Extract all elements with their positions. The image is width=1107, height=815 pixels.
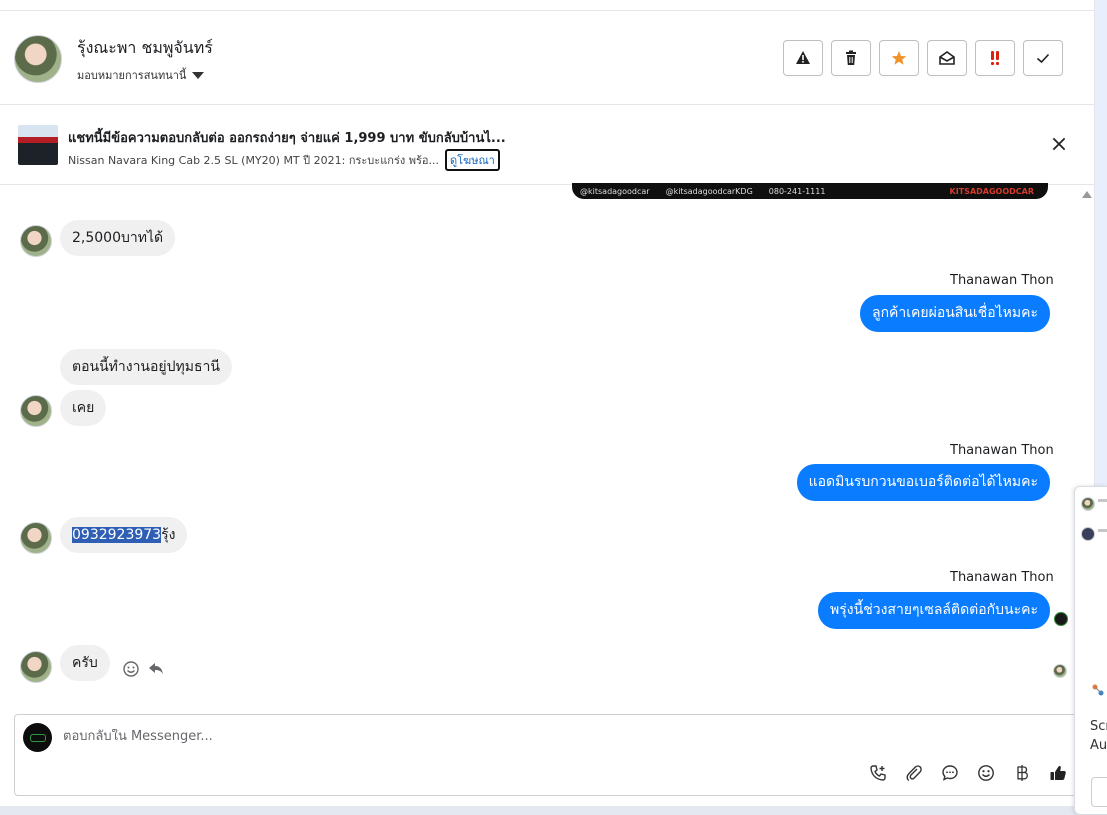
star-button[interactable] xyxy=(879,40,919,76)
attach-button[interactable] xyxy=(905,764,923,782)
incoming-message[interactable]: 0932923973รุ้ง xyxy=(60,517,188,553)
page-avatar xyxy=(23,723,52,752)
assign-conversation-dropdown[interactable]: มอบหมายการสนทนานี้ xyxy=(77,66,205,84)
delete-button[interactable] xyxy=(831,40,871,76)
paperclip-icon xyxy=(906,765,922,781)
emoji-icon xyxy=(978,765,994,781)
reply-icon[interactable] xyxy=(147,659,165,677)
message-text: รุ้ง xyxy=(161,527,176,543)
outgoing-message[interactable]: พรุ่งนี้ช่วงสายๆเซลล์ติดต่อกับนะคะ xyxy=(818,592,1050,629)
selected-phone-number[interactable]: 0932923973 xyxy=(72,527,162,543)
view-ad-link[interactable]: ดูโฆษณา xyxy=(444,149,500,171)
incoming-message[interactable]: ครับ xyxy=(60,645,110,681)
banner-brand: KITSADAGOODCAR xyxy=(949,186,1034,196)
ad-subtitle-row: Nissan Navara King Cab 2.5 SL (MY20) MT … xyxy=(68,149,500,171)
assign-label: มอบหมายการสนทนานี้ xyxy=(77,69,187,82)
like-button[interactable] xyxy=(1049,764,1067,782)
react-emoji-icon[interactable] xyxy=(122,660,140,678)
conversation-panel: รุ้งณะพา ชมพูจันทร์ มอบหมายการสนทนานี้ แ… xyxy=(0,0,1095,815)
outgoing-message[interactable]: แอดมินรบกวนขอเบอร์ติดต่อได้ไหมคะ xyxy=(796,464,1050,501)
sender-name: Thanawan Thon xyxy=(950,443,1054,458)
side-preview-widget[interactable]: Scr Au xyxy=(1074,486,1107,815)
app-logo-icon xyxy=(1092,684,1104,696)
sender-name: Thanawan Thon xyxy=(950,273,1054,288)
double-exclamation-icon xyxy=(990,51,1000,66)
contact-message-avatar[interactable] xyxy=(20,651,52,683)
payment-button[interactable] xyxy=(1013,764,1031,782)
seen-indicator-avatar xyxy=(1054,612,1068,626)
baht-icon xyxy=(1017,765,1028,781)
priority-button[interactable] xyxy=(975,40,1015,76)
chevron-down-icon xyxy=(192,71,205,79)
envelope-open-icon xyxy=(939,51,955,65)
side-widget-button[interactable] xyxy=(1091,777,1107,807)
close-icon[interactable] xyxy=(1050,135,1068,153)
contact-message-avatar[interactable] xyxy=(20,395,52,427)
preview-line xyxy=(1098,499,1107,502)
banner-phone: 080-241-1111 xyxy=(768,186,826,196)
seen-indicator-avatar xyxy=(1053,664,1067,678)
preview-avatar xyxy=(1081,497,1095,511)
scroll-up-arrow[interactable] xyxy=(1082,191,1092,198)
emoji-button[interactable] xyxy=(977,764,995,782)
reply-input[interactable] xyxy=(63,729,763,744)
header-actions xyxy=(783,40,1063,76)
trash-icon xyxy=(846,50,856,65)
phone-plus-icon xyxy=(870,765,886,781)
thumbs-up-icon xyxy=(1050,766,1066,780)
report-button[interactable] xyxy=(783,40,823,76)
contact-name[interactable]: รุ้งณะพา ชมพูจันทร์ xyxy=(77,36,213,61)
ad-title: แชทนี้มีข้อความตอบกลับต่อ ออกรถง่ายๆ จ่า… xyxy=(68,131,506,146)
contact-message-avatar[interactable] xyxy=(20,225,52,257)
image-message-strip[interactable]: @kitsadagoodcar @kitsadagoodcarKDG 080-2… xyxy=(572,183,1048,199)
composer-tools xyxy=(869,764,1067,782)
side-widget-text: Au xyxy=(1090,738,1107,753)
mark-unread-button[interactable] xyxy=(927,40,967,76)
banner-handle-facebook: @kitsadagoodcarKDG xyxy=(665,186,753,196)
call-button[interactable] xyxy=(869,764,887,782)
outgoing-message[interactable]: ลูกค้าเคยผ่อนสินเชื่อไหมคะ xyxy=(859,295,1050,332)
message-composer xyxy=(14,714,1078,796)
warning-icon xyxy=(796,51,810,64)
contact-avatar[interactable] xyxy=(14,35,62,83)
ad-subtitle: Nissan Navara King Cab 2.5 SL (MY20) MT … xyxy=(68,154,439,167)
banner-handle-line: @kitsadagoodcar xyxy=(580,186,650,196)
message-list[interactable]: @kitsadagoodcar @kitsadagoodcarKDG 080-2… xyxy=(0,183,1092,714)
check-icon xyxy=(1036,53,1050,64)
incoming-message[interactable]: ตอนนี้ทำงานอยู่ปทุมธานี xyxy=(60,349,232,385)
side-widget-text: Scr xyxy=(1090,719,1107,734)
sender-name: Thanawan Thon xyxy=(950,570,1054,585)
ad-context-bar: แชทนี้มีข้อความตอบกลับต่อ ออกรถง่ายๆ จ่า… xyxy=(0,105,1095,185)
mark-done-button[interactable] xyxy=(1023,40,1063,76)
conversation-header: รุ้งณะพา ชมพูจันทร์ มอบหมายการสนทนานี้ xyxy=(0,10,1095,105)
bottom-bar xyxy=(0,806,1095,815)
preview-avatar xyxy=(1081,527,1095,541)
chat-bubble-icon xyxy=(942,765,958,781)
incoming-message[interactable]: 2,5000บาทได้ xyxy=(60,220,176,256)
incoming-message[interactable]: เคย xyxy=(60,390,107,426)
saved-reply-button[interactable] xyxy=(941,764,959,782)
preview-line xyxy=(1098,529,1107,532)
contact-message-avatar[interactable] xyxy=(20,522,52,554)
ad-thumbnail[interactable] xyxy=(18,125,58,165)
star-icon xyxy=(891,51,907,65)
